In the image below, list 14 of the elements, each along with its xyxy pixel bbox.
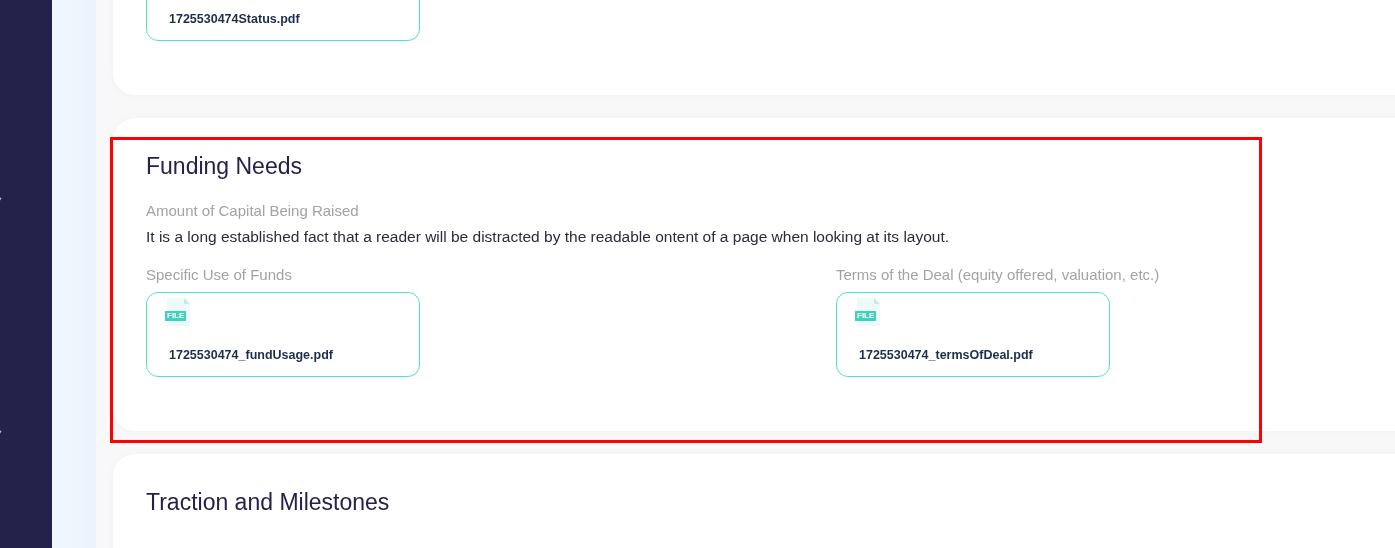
section-title: Traction and Milestones	[146, 489, 391, 516]
file-name: 1725530474_termsOfDeal.pdf	[859, 348, 1034, 362]
section-title: Funding Needs	[146, 153, 303, 180]
field-label: Terms of the Deal (equity offered, valuation, etc.)	[836, 266, 1161, 283]
file-attachment[interactable]: 1725530474Status.pdf	[146, 0, 420, 41]
file-name: 1725530474Status.pdf	[169, 12, 301, 26]
file-attachment[interactable]: FILE 1725530474_termsOfDeal.pdf	[836, 292, 1110, 377]
field-value: It is a long established fact that a reader will be distracted by the readable ontent of a page when looking at its layout.	[146, 228, 951, 246]
file-attachment[interactable]: FILE 1725530474_fundUsage.pdf	[146, 292, 420, 377]
field-label: Amount of Capital Being Raised	[146, 202, 360, 219]
file-name: 1725530474_fundUsage.pdf	[169, 348, 334, 362]
file-icon: FILE	[855, 298, 881, 326]
field-label: Specific Use of Funds	[146, 266, 293, 283]
file-icon: FILE	[165, 298, 191, 326]
